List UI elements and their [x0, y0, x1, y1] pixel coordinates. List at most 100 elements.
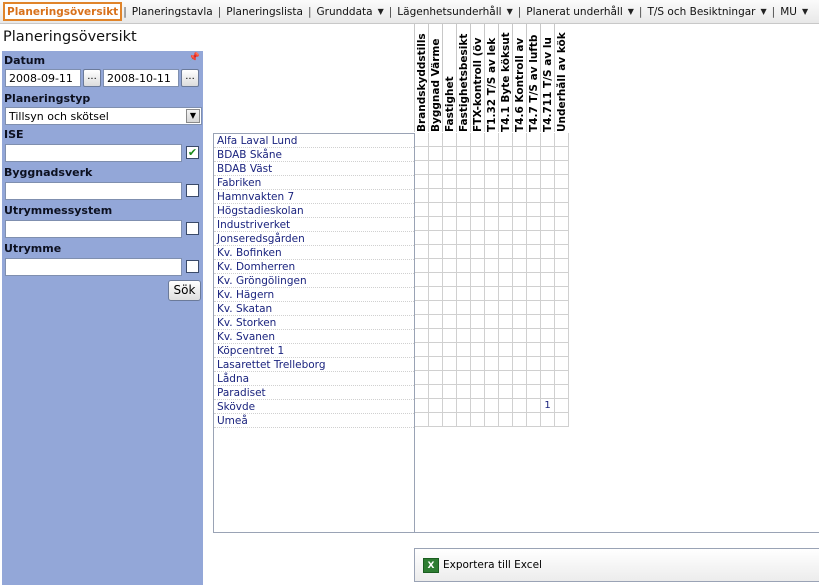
matrix-cell — [457, 343, 471, 357]
matrix-cell — [555, 147, 569, 161]
planeringstyp-value: Tillsyn och skötsel — [9, 109, 109, 123]
matrix-cell — [485, 133, 499, 147]
matrix-cell — [415, 399, 429, 413]
export-excel-button[interactable]: X Exportera till Excel — [414, 548, 819, 582]
column-header-label: T4.6 Kontroll av — [514, 37, 526, 132]
matrix-cell — [499, 175, 513, 189]
matrix-cell — [457, 203, 471, 217]
planeringstyp-select[interactable]: Tillsyn och skötsel ▼ — [5, 107, 202, 125]
matrix-cell — [485, 315, 499, 329]
chevron-down-icon[interactable]: ▼ — [186, 109, 200, 123]
property-row[interactable]: BDAB Väst — [214, 162, 414, 176]
matrix-cell — [541, 175, 555, 189]
chevron-down-icon: ▼ — [377, 7, 384, 16]
column-header: Underhåll av kök — [554, 24, 568, 132]
property-row[interactable]: Skövde — [214, 400, 414, 414]
menu-item-2[interactable]: Planeringslista — [222, 6, 307, 18]
property-row[interactable]: Jonseredsgården — [214, 232, 414, 246]
property-row[interactable]: Industriverket — [214, 218, 414, 232]
property-row[interactable]: Kv. Domherren — [214, 260, 414, 274]
matrix-cell — [429, 301, 443, 315]
date-from-picker-button[interactable]: ... — [83, 69, 101, 87]
matrix-cell — [415, 175, 429, 189]
byggnadsverk-checkbox[interactable] — [186, 184, 199, 197]
matrix-cell — [499, 217, 513, 231]
utrymmessystem-checkbox[interactable] — [186, 222, 199, 235]
menu-item-7[interactable]: MU ▼ — [776, 6, 812, 18]
matrix-cell — [457, 175, 471, 189]
matrix-cell — [541, 245, 555, 259]
matrix-cell — [443, 217, 457, 231]
matrix-cell — [429, 147, 443, 161]
menu-item-0[interactable]: Planeringsöversikt — [3, 2, 123, 21]
search-button[interactable]: Sök — [168, 280, 201, 301]
property-row[interactable]: Lasarettet Trelleborg — [214, 358, 414, 372]
column-header: T1.32 T/S av lek — [484, 24, 498, 132]
matrix-cell — [485, 175, 499, 189]
matrix-cell — [429, 175, 443, 189]
menu-item-3[interactable]: Grunddata ▼ — [313, 6, 388, 18]
property-row[interactable]: Köpcentret 1 — [214, 344, 414, 358]
property-row[interactable]: Kv. Gröngölingen — [214, 274, 414, 288]
menu-item-4[interactable]: Lägenhetsunderhåll ▼ — [393, 6, 516, 18]
menu-item-5[interactable]: Planerat underhåll ▼ — [522, 6, 638, 18]
matrix-cell — [499, 133, 513, 147]
matrix-cell — [541, 343, 555, 357]
matrix-cell — [457, 287, 471, 301]
ise-checkbox[interactable]: ✔ — [186, 146, 199, 159]
column-header: Fastighetsbesikt — [456, 24, 470, 132]
pin-icon[interactable]: 📌 — [189, 53, 200, 63]
menu-item-label: T/S och Besiktningar — [647, 5, 756, 18]
property-row[interactable]: Paradiset — [214, 386, 414, 400]
property-row[interactable]: Kv. Hägern — [214, 288, 414, 302]
matrix-cell — [457, 133, 471, 147]
matrix-cell — [415, 413, 429, 427]
matrix-cell — [513, 161, 527, 175]
matrix-cell — [555, 315, 569, 329]
ise-input[interactable] — [5, 144, 182, 162]
column-header-label: T4.711 T/S av lu — [542, 37, 554, 132]
property-row[interactable]: Umeå — [214, 414, 414, 428]
matrix-cell — [555, 385, 569, 399]
matrix-cell — [555, 343, 569, 357]
property-row[interactable]: Lådna — [214, 372, 414, 386]
matrix-cell — [457, 329, 471, 343]
byggnadsverk-label: Byggnadsverk — [4, 166, 93, 179]
matrix-cell — [429, 399, 443, 413]
property-row[interactable]: Kv. Bofinken — [214, 246, 414, 260]
utrymmessystem-input[interactable] — [5, 220, 182, 238]
column-header: T4.7 T/S av luftb — [526, 24, 540, 132]
matrix-cell — [555, 189, 569, 203]
matrix-cell — [527, 301, 541, 315]
column-header: Byggnad Värme — [428, 24, 442, 132]
matrix-cell — [541, 371, 555, 385]
menu-item-1[interactable]: Planeringstavla — [128, 6, 217, 18]
matrix-cell — [485, 245, 499, 259]
matrix-cell — [471, 287, 485, 301]
matrix-cell — [485, 161, 499, 175]
menu-item-6[interactable]: T/S och Besiktningar ▼ — [643, 6, 770, 18]
property-row[interactable]: Kv. Storken — [214, 316, 414, 330]
matrix-cell — [541, 329, 555, 343]
property-row[interactable]: Hamnvakten 7 — [214, 190, 414, 204]
matrix-cell — [541, 259, 555, 273]
property-row[interactable]: Kv. Skatan — [214, 302, 414, 316]
date-to-picker-button[interactable]: ... — [181, 69, 199, 87]
property-row[interactable]: BDAB Skåne — [214, 148, 414, 162]
utrymme-checkbox[interactable] — [186, 260, 199, 273]
property-row[interactable]: Fabriken — [214, 176, 414, 190]
property-row[interactable]: Högstadieskolan — [214, 204, 414, 218]
property-row[interactable]: Kv. Svanen — [214, 330, 414, 344]
matrix-cell — [485, 399, 499, 413]
matrix-cell — [485, 189, 499, 203]
utrymme-label: Utrymme — [4, 242, 62, 255]
date-to-field[interactable]: 2008-10-11 — [103, 69, 179, 87]
matrix-cell — [499, 147, 513, 161]
date-from-field[interactable]: 2008-09-11 — [5, 69, 81, 87]
matrix-cell[interactable]: 1 — [541, 399, 555, 413]
matrix-cell — [471, 343, 485, 357]
property-row[interactable]: Alfa Laval Lund — [214, 134, 414, 148]
byggnadsverk-input[interactable] — [5, 182, 182, 200]
matrix-cell — [485, 273, 499, 287]
utrymme-input[interactable] — [5, 258, 182, 276]
